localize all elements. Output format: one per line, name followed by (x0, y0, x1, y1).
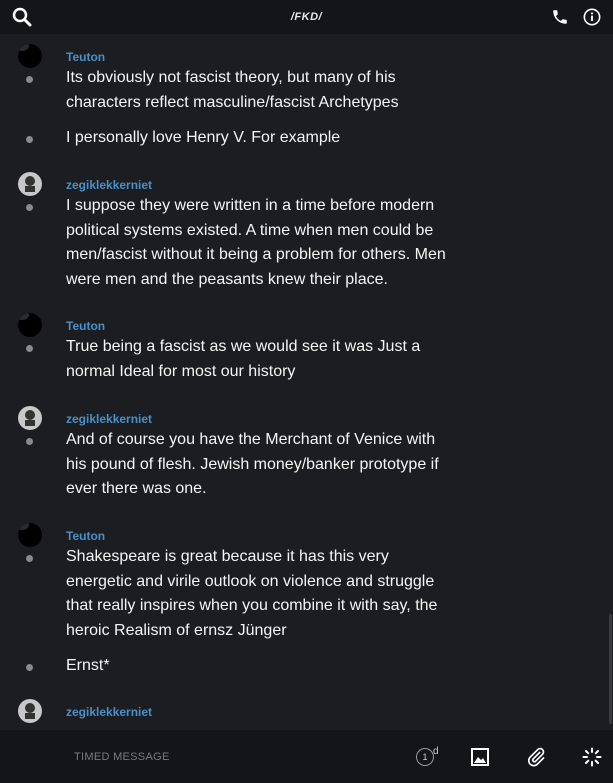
search-icon[interactable] (10, 5, 34, 29)
composer-bar: TIMED MESSAGE 1 d (0, 730, 613, 783)
top-bar: /FKD/ (0, 0, 613, 34)
message-text: And of course you have the Merchant of V… (66, 431, 439, 497)
avatar[interactable] (18, 699, 42, 723)
avatar[interactable] (18, 172, 42, 196)
avatar[interactable] (18, 313, 42, 337)
message-text: Shakespeare is great because it has this… (66, 548, 438, 639)
message-text: Ernst* (66, 657, 110, 674)
phone-icon[interactable] (548, 5, 572, 29)
paperclip-icon[interactable] (524, 745, 548, 769)
author-name[interactable]: zegiklekkerniet (66, 412, 152, 426)
author-name[interactable]: zegiklekkerniet (66, 178, 152, 192)
author-name[interactable]: zegiklekkerniet (66, 705, 152, 719)
message-dot-icon (26, 438, 33, 445)
author-name[interactable]: Teuton (66, 319, 105, 333)
message-dot-icon (26, 664, 33, 671)
scrollbar[interactable] (609, 614, 612, 724)
timer-icon: 1 (416, 748, 434, 766)
message-dot-icon (26, 76, 33, 83)
conversation-title: /FKD/ (290, 11, 323, 23)
message-text: True being a fascist as we would see it … (66, 338, 421, 380)
timer-value: 1 (422, 752, 428, 762)
message-dot-icon (26, 136, 33, 143)
message-input[interactable]: TIMED MESSAGE (74, 751, 170, 763)
info-icon[interactable] (580, 5, 604, 29)
image-icon[interactable] (468, 745, 492, 769)
message-dot-icon (26, 555, 33, 562)
message-text: I suppose they were written in a time be… (66, 197, 446, 288)
author-name[interactable]: Teuton (66, 50, 105, 64)
avatar[interactable] (18, 523, 42, 547)
avatar[interactable] (18, 406, 42, 430)
loading-spinner-icon[interactable] (580, 745, 604, 769)
avatar[interactable] (18, 44, 42, 68)
message-dot-icon (26, 345, 33, 352)
message-text: Its obviously not fascist theory, but ma… (66, 69, 399, 111)
message-feed[interactable]: Teuton Its obviously not fascist theory,… (0, 34, 613, 730)
author-name[interactable]: Teuton (66, 529, 105, 543)
timer-unit: d (433, 746, 439, 757)
message-dot-icon (26, 204, 33, 211)
message-text: I personally love Henry V. For example (66, 129, 341, 146)
